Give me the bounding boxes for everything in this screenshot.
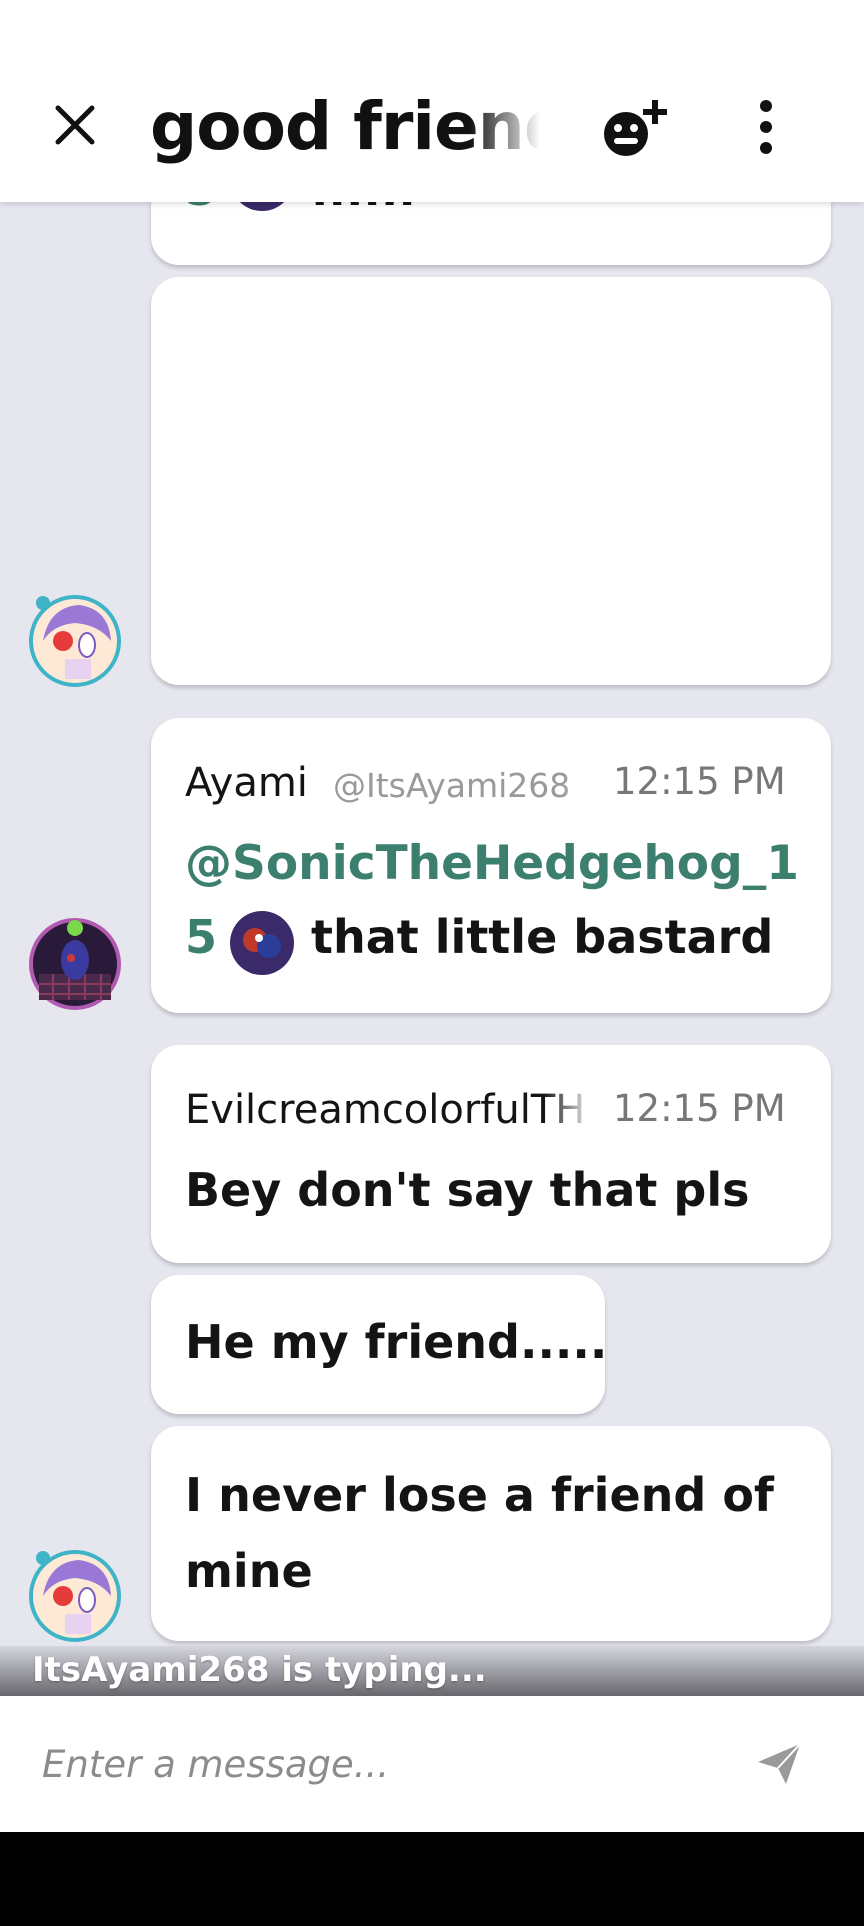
- mention-avatar: [230, 911, 294, 975]
- avatar[interactable]: [29, 918, 121, 1010]
- message-text: mine: [185, 1544, 313, 1598]
- system-navigation-area: [0, 1832, 864, 1926]
- message-text: He my friend.....: [185, 1315, 608, 1369]
- message-text: I never lose a friend of: [185, 1468, 774, 1522]
- message-author[interactable]: EvilcreamcolorfulTH: [185, 1087, 593, 1133]
- message-bubble[interactable]: Ayami @ItsAyami268 12:15 PM @SonicTheHed…: [151, 718, 831, 1013]
- message-input[interactable]: [42, 1736, 722, 1792]
- mention-link[interactable]: @SonicTheHedgehog_1: [185, 836, 799, 891]
- image-message[interactable]: [151, 277, 831, 685]
- typing-indicator: ItsAyami268 is typing...: [32, 1650, 487, 1690]
- more-vertical-icon[interactable]: [750, 100, 782, 154]
- add-member-icon[interactable]: [600, 98, 672, 160]
- message-handle[interactable]: @ItsAyami268: [333, 766, 595, 805]
- chat-header: good friends: [0, 0, 864, 202]
- avatar[interactable]: [29, 1550, 121, 1642]
- message-bubble[interactable]: He my friend.....: [151, 1275, 608, 1414]
- message-text: Bey don't say that pls: [185, 1163, 750, 1217]
- close-icon[interactable]: [50, 100, 100, 150]
- avatar[interactable]: [29, 595, 121, 687]
- message-bubble[interactable]: I never lose a friend of mine: [151, 1426, 831, 1641]
- send-icon[interactable]: [756, 1740, 802, 1786]
- message-bubble[interactable]: EvilcreamcolorfulTH 12:15 PM Bey don't s…: [151, 1045, 831, 1263]
- message-author[interactable]: Ayami: [185, 760, 308, 806]
- mention-link-continued[interactable]: 5: [185, 910, 217, 964]
- message-time: 12:15 PM: [613, 1087, 786, 1130]
- chat-title: good friends: [150, 88, 540, 165]
- message-text: that little bastard: [311, 910, 774, 964]
- message-time: 12:15 PM: [613, 760, 786, 803]
